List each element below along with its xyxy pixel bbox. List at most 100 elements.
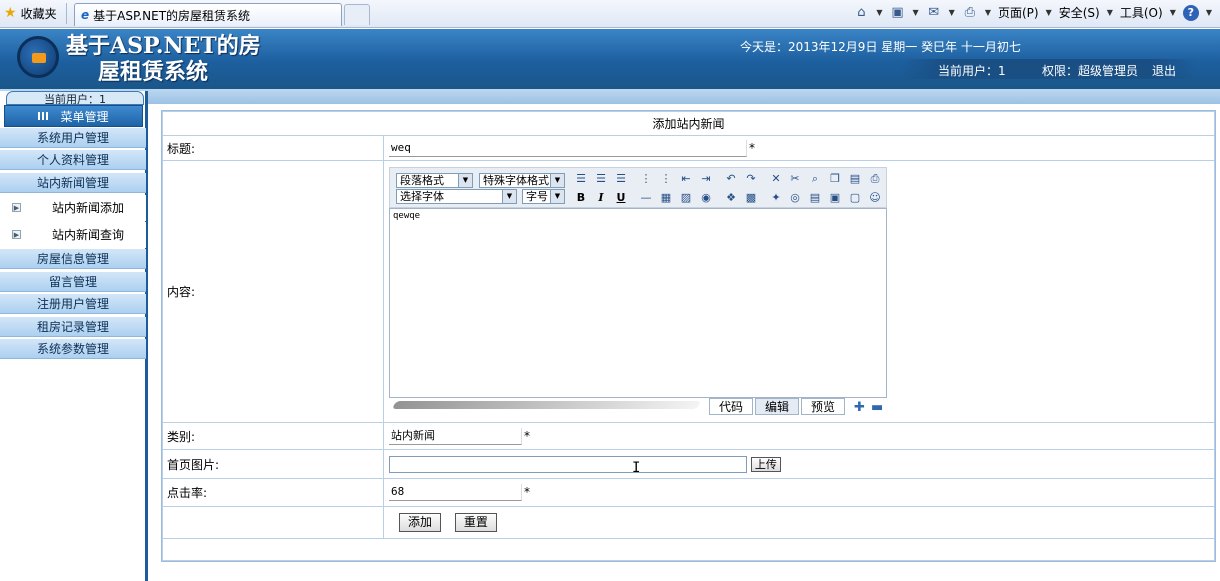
sidebar-subitem-news-query[interactable]: ▶ 站内新闻查询 — [0, 222, 146, 248]
home-icon[interactable]: ⌂ — [853, 5, 869, 21]
arrow-right-icon: ▶ — [12, 230, 21, 239]
font-size-value: 字号 — [526, 189, 548, 203]
site-title-line1: 基于ASP.NET的房 — [66, 33, 261, 59]
clicks-input[interactable]: 68 — [389, 484, 522, 501]
table-props-icon[interactable]: ▤ — [807, 190, 823, 206]
menu-title: 菜单管理 — [60, 109, 109, 124]
site-title: 基于ASP.NET的房 屋租赁系统 — [66, 33, 266, 85]
sidebar-item-system-params[interactable]: 系统参数管理 — [0, 339, 146, 359]
star-icon: ★ — [4, 5, 17, 21]
image-input[interactable] — [389, 455, 747, 473]
toolbar-divider — [66, 3, 67, 24]
ordered-list-icon[interactable]: ⋮ — [638, 171, 654, 187]
minus-icon[interactable]: ▬ — [871, 400, 883, 415]
special-char-icon[interactable]: ✦ — [768, 190, 784, 206]
tab-code[interactable]: 代码 — [709, 397, 753, 415]
sidebar-item-profile[interactable]: 个人资料管理 — [0, 150, 146, 170]
date-icon[interactable]: ▢ — [847, 190, 863, 206]
tab-preview[interactable]: 预览 — [801, 397, 845, 415]
insert-media-icon[interactable]: ◉ — [698, 190, 714, 206]
align-center-icon[interactable]: ☰ — [593, 171, 609, 187]
reset-button[interactable]: 重置 — [454, 513, 497, 532]
link-icon[interactable]: ◎ — [787, 190, 803, 206]
emoticon-icon[interactable]: ☺ — [867, 190, 883, 206]
copy-icon[interactable]: ❐ — [827, 171, 843, 187]
page-menu[interactable]: 页面(P) — [998, 4, 1039, 21]
logout-link[interactable]: 退出 — [1152, 62, 1176, 79]
feed-icon[interactable]: ▣ — [890, 5, 906, 21]
sidebar-item-houses[interactable]: 房屋信息管理 — [0, 249, 146, 269]
site-header: 基于ASP.NET的房 屋租赁系统 今天是：2013年12月9日 星期一 癸巳年… — [0, 29, 1220, 89]
align-left-icon[interactable]: ☰ — [573, 171, 589, 187]
tab-edit[interactable]: 编辑 — [755, 397, 799, 415]
mail-dropdown-icon[interactable]: ▼ — [949, 8, 955, 17]
mail-icon[interactable]: ✉ — [926, 5, 942, 21]
flash-icon[interactable]: ❖ — [723, 190, 739, 206]
plus-icon[interactable]: ✚ — [854, 400, 865, 415]
underline-button[interactable]: U — [613, 190, 629, 206]
browser-tab[interactable]: e 基于ASP.NET的房屋租赁系统 — [74, 3, 342, 26]
tools-dropdown-icon[interactable]: ▼ — [1170, 8, 1176, 17]
form-heading: 添加站内新闻 — [162, 111, 1215, 136]
paste-icon[interactable]: ▤ — [847, 171, 863, 187]
browser-toolbar: ★ 收藏夹 e 基于ASP.NET的房屋租赁系统 ⌂ ▼ ▣ ▼ ✉ ▼ ⎙ ▼ 页面(… — [0, 0, 1220, 28]
insert-image-icon[interactable]: ▨ — [678, 190, 694, 206]
font-select[interactable]: 选择字体 ▼ — [396, 188, 517, 204]
font-select-value: 选择字体 — [400, 189, 444, 203]
delete-icon[interactable]: ✕ — [768, 171, 784, 187]
feed-dropdown-icon[interactable]: ▼ — [913, 8, 919, 17]
bold-button[interactable]: B — [573, 190, 589, 206]
help-dropdown-icon[interactable]: ▼ — [1206, 8, 1212, 17]
current-user: 当前用户：1 — [938, 64, 1006, 78]
add-button[interactable]: 添加 — [399, 513, 442, 532]
tools-menu[interactable]: 工具(O) — [1120, 4, 1163, 21]
safety-menu[interactable]: 安全(S) — [1059, 4, 1100, 21]
font-size-select[interactable]: 字号 ▼ — [522, 188, 565, 204]
editor-shadow — [391, 400, 702, 409]
chevron-down-icon: ▼ — [550, 173, 564, 187]
editor-toolbar: 段落格式 ▼ 特殊字体格式 ▼ 选择字体 ▼ 字号 ▼ ☰ ☰ ☰ ⋮ ⋮ ⇤ ⇥ ↶ … — [389, 166, 887, 208]
find-icon[interactable]: ⌕ — [807, 171, 823, 187]
sidebar-item-system-users[interactable]: 系统用户管理 — [0, 128, 146, 148]
sidebar-item-registered-users[interactable]: 注册用户管理 — [0, 294, 146, 314]
paragraph-format-select[interactable]: 段落格式 ▼ — [396, 172, 473, 188]
upload-button[interactable]: 上传 — [750, 456, 781, 472]
print-icon[interactable]: ⎙ — [867, 171, 883, 187]
color-palette-icon[interactable]: ▩ — [743, 190, 759, 206]
help-icon[interactable]: ? — [1182, 4, 1199, 21]
home-dropdown-icon[interactable]: ▼ — [876, 8, 882, 17]
print-icon[interactable]: ⎙ — [962, 5, 978, 21]
unordered-list-icon[interactable]: ⋮ — [658, 171, 674, 187]
title-row: 标题: weq * — [162, 135, 1215, 161]
sidebar-item-messages[interactable]: 留言管理 — [0, 272, 146, 292]
undo-icon[interactable]: ↶ — [723, 171, 739, 187]
sidebar-current-user: 当前用户：1 — [6, 91, 144, 105]
editor-content-area[interactable]: qewqe — [389, 207, 887, 398]
page-dropdown-icon[interactable]: ▼ — [1046, 8, 1052, 17]
actions-label-cell — [162, 506, 384, 539]
new-tab-button[interactable] — [344, 4, 370, 25]
outdent-icon[interactable]: ⇤ — [678, 171, 694, 187]
align-right-icon[interactable]: ☰ — [613, 171, 629, 187]
clicks-label: 点击率: — [162, 478, 384, 507]
cut-icon[interactable]: ✂ — [787, 171, 803, 187]
print-dropdown-icon[interactable]: ▼ — [985, 8, 991, 17]
indent-icon[interactable]: ⇥ — [698, 171, 714, 187]
preview-icon[interactable]: ▣ — [827, 190, 843, 206]
italic-button[interactable]: I — [593, 190, 609, 206]
favorites-button[interactable]: ★ 收藏夹 — [4, 4, 57, 22]
browser-commands: ⌂ ▼ ▣ ▼ ✉ ▼ ⎙ ▼ 页面(P) ▼ 安全(S) ▼ 工具(O) ▼ ? ▼ — [853, 4, 1212, 21]
sidebar-subitem-news-add[interactable]: ▶ 站内新闻添加 — [0, 195, 146, 221]
special-format-select[interactable]: 特殊字体格式 ▼ — [479, 172, 565, 188]
safety-dropdown-icon[interactable]: ▼ — [1107, 8, 1113, 17]
menu-grid-icon — [38, 112, 51, 120]
title-input[interactable]: weq — [389, 139, 747, 157]
sidebar-item-news[interactable]: 站内新闻管理 — [0, 173, 146, 193]
redo-icon[interactable]: ↷ — [743, 171, 759, 187]
site-title-line2: 屋租赁系统 — [98, 59, 209, 85]
category-input[interactable]: 站内新闻 — [389, 427, 522, 445]
insert-table-icon[interactable]: ▦ — [658, 190, 674, 206]
sidebar-item-rental-records[interactable]: 租房记录管理 — [0, 317, 146, 337]
horizontal-rule-icon[interactable]: — — [638, 190, 654, 206]
image-label: 首页图片: — [162, 449, 384, 479]
